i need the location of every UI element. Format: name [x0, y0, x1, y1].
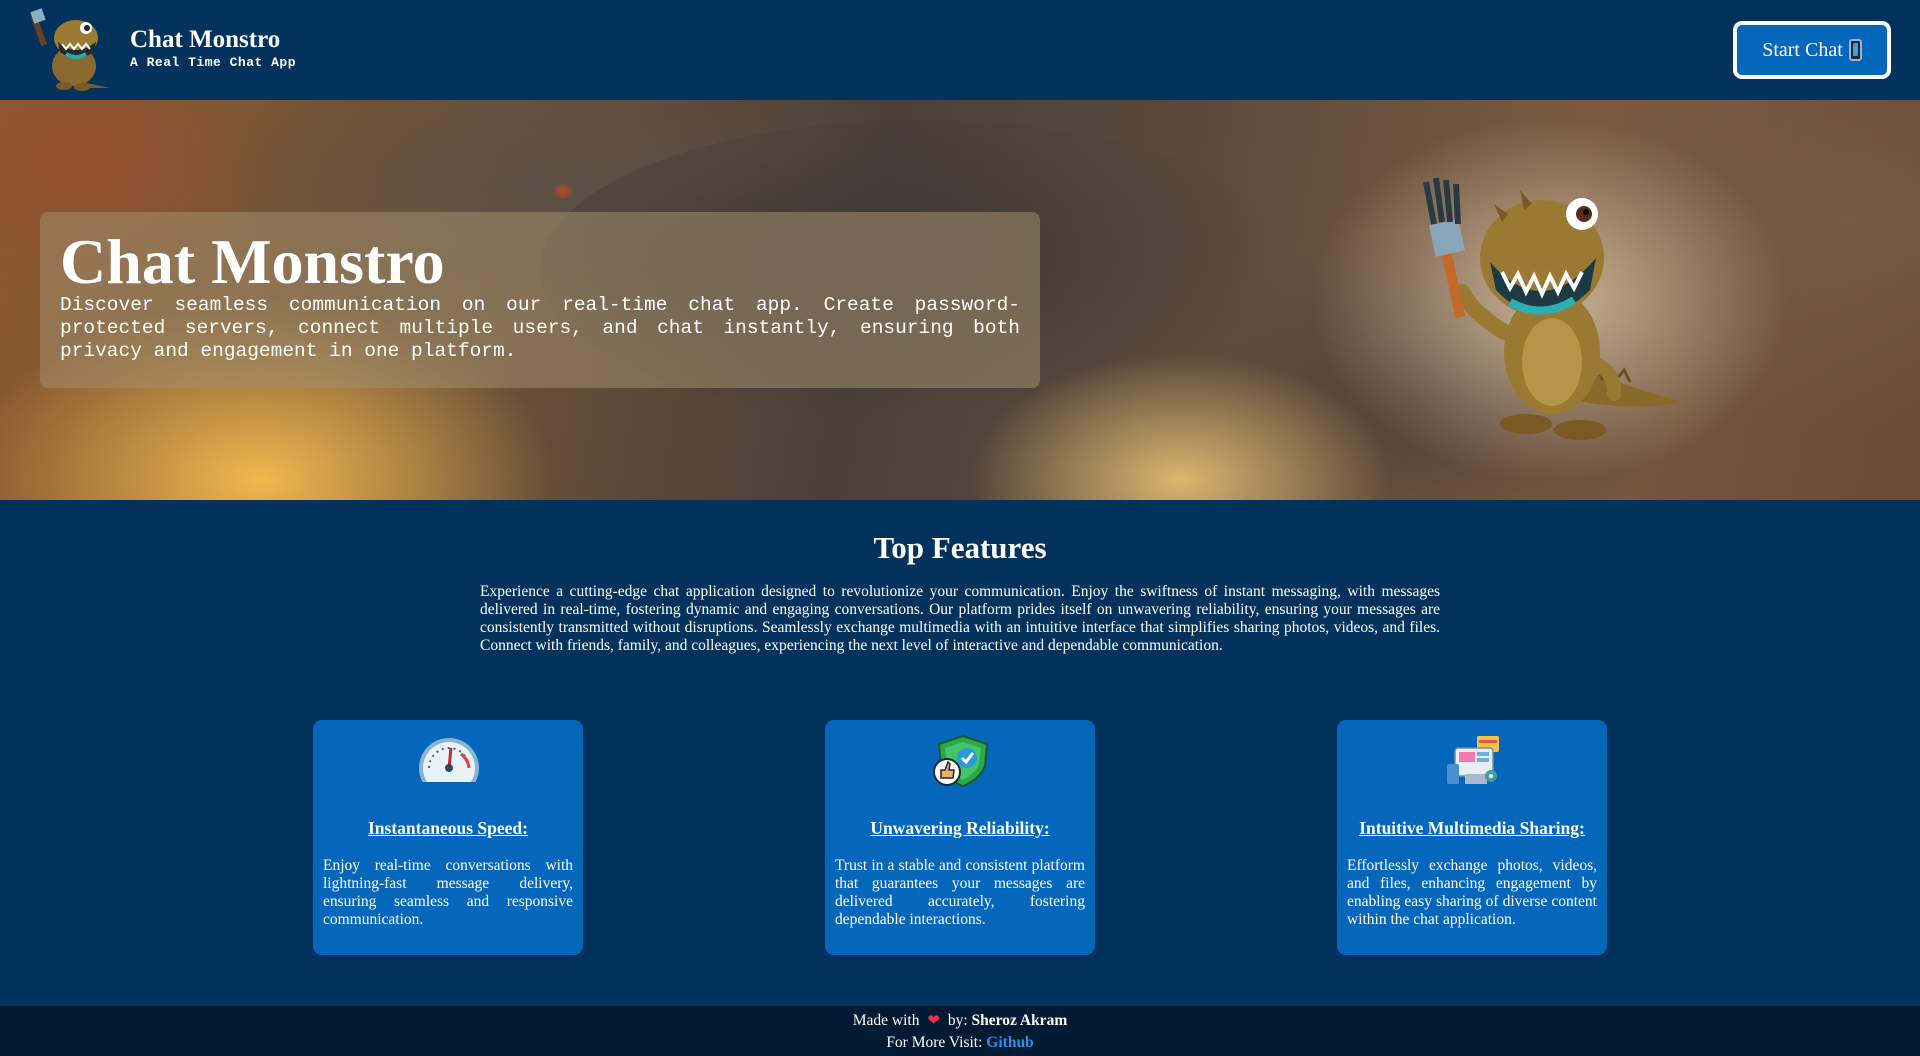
shield-check-icon — [933, 734, 989, 788]
speedometer-icon — [417, 738, 481, 788]
mobile-phone-icon — [1848, 39, 1862, 61]
hero-banner: Chat Monstro Discover seamless communica… — [0, 100, 1920, 500]
feature-card-title: Unwavering Reliability: — [870, 818, 1050, 838]
hero-background-eye — [548, 184, 578, 198]
site-header: Chat Monstro A Real Time Chat App Start … — [0, 0, 1920, 100]
brand-subtitle: A Real Time Chat App — [130, 55, 297, 70]
footer-by: by: — [947, 1012, 968, 1029]
github-link[interactable]: Github — [986, 1034, 1033, 1051]
multimedia-icon — [1447, 736, 1499, 784]
feature-card-title: Intuitive Multimedia Sharing: — [1359, 818, 1585, 838]
features-title: Top Features — [873, 530, 1047, 565]
footer-made-with: Made with — [852, 1012, 920, 1029]
footer-credit-line: Made with ❤ by: Sheroz Akram — [0, 1010, 1920, 1032]
monster-mascot-icon — [1423, 177, 1684, 440]
site-footer: Made with ❤ by: Sheroz Akram For More Vi… — [0, 1006, 1920, 1056]
feature-card-speed: Instantaneous Speed: Enjoy real-time con… — [313, 720, 583, 955]
start-chat-label: Start Chat — [1762, 38, 1843, 61]
feature-card-multimedia: Intuitive Multimedia Sharing: Effortless… — [1337, 720, 1607, 955]
hero-title: Chat Monstro — [60, 226, 445, 297]
footer-author: Sheroz Akram — [971, 1012, 1068, 1029]
heart-icon: ❤ — [927, 1013, 940, 1029]
feature-card-reliability: Unwavering Reliability: Trust in a stabl… — [825, 720, 1095, 955]
hero-description: Discover seamless communication on our r… — [60, 294, 1020, 362]
footer-more-visit: For More Visit: — [886, 1034, 983, 1051]
feature-card-text: Enjoy real-time conversations with light… — [323, 857, 573, 928]
monster-logo-icon[interactable] — [22, 8, 114, 92]
feature-card-text: Trust in a stable and consistent platfor… — [835, 857, 1085, 928]
start-chat-button[interactable]: Start Chat — [1733, 21, 1891, 79]
feature-card-text: Effortlessly exchange photos, videos, an… — [1347, 857, 1597, 928]
features-description: Experience a cutting-edge chat applicati… — [480, 583, 1440, 654]
footer-visit-line: For More Visit: Github — [0, 1032, 1920, 1054]
feature-card-title: Instantaneous Speed: — [368, 818, 528, 838]
hero-text-box: Chat Monstro Discover seamless communica… — [40, 212, 1040, 388]
brand-title: Chat Monstro — [130, 26, 281, 53]
